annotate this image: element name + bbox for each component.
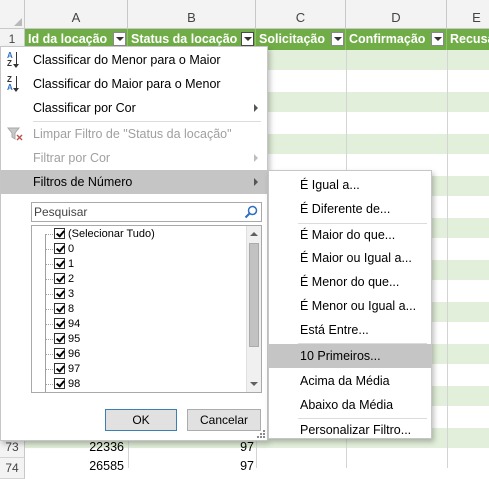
cell-b74[interactable]: 97 [128, 456, 254, 477]
list-item-label: 94 [68, 318, 81, 330]
column-header-d[interactable]: D [346, 0, 447, 29]
column-header-b[interactable]: B [128, 0, 256, 29]
list-item-label: 97 [68, 363, 81, 375]
scroll-down-icon[interactable] [250, 382, 258, 386]
cell-a74[interactable]: 26585 [25, 456, 124, 477]
search-icon[interactable] [244, 205, 258, 219]
list-item-label: 8 [68, 303, 75, 315]
list-item-label: 2 [68, 273, 75, 285]
menu-item-sort-descending[interactable]: ZA Classificar do Maior para o Menor [1, 72, 267, 96]
checkbox-checked-icon[interactable] [54, 243, 65, 254]
dropdown-arrow-icon[interactable] [113, 32, 126, 46]
checkbox-checked-icon[interactable] [54, 378, 65, 389]
header-cell-recusa[interactable]: Recusa [447, 29, 489, 50]
clear-filter-icon [7, 127, 23, 141]
checkbox-checked-icon[interactable] [54, 333, 65, 344]
dropdown-arrow-icon[interactable] [241, 32, 254, 46]
chevron-right-icon [254, 178, 258, 186]
search-field[interactable] [31, 202, 262, 222]
menu-item-number-filters[interactable]: Filtros de Número [1, 170, 267, 194]
submenu-item-between[interactable]: Está Entre... [269, 318, 431, 342]
sort-desc-icon: ZA [6, 75, 24, 93]
select-all-corner[interactable] [0, 0, 25, 29]
menu-item-label: Filtrar por Cor [33, 151, 111, 165]
checkbox-checked-icon[interactable] [54, 273, 65, 284]
menu-item-sort-by-color[interactable]: Classificar por Cor [1, 96, 267, 120]
list-item-label: 95 [68, 333, 81, 345]
ok-button[interactable]: OK [105, 409, 177, 431]
checkbox-checked-icon[interactable] [54, 303, 65, 314]
menu-item-sort-ascending[interactable]: AZ Classificar do Menor para o Maior [1, 48, 267, 72]
submenu-item-top-10[interactable]: 10 Primeiros... [269, 344, 431, 368]
chevron-right-icon [254, 154, 258, 162]
menu-item-label: Classificar do Menor para o Maior [33, 53, 221, 67]
submenu-item-greater-or-equal[interactable]: É Maior ou Igual a... [269, 246, 431, 270]
resize-grip-icon[interactable] [257, 430, 265, 438]
submenu-item-above-average[interactable]: Acima da Média [269, 369, 431, 393]
list-item-label: 98 [68, 378, 81, 390]
chevron-right-icon [254, 104, 258, 112]
list-item-label: 3 [68, 288, 75, 300]
menu-item-label: Filtros de Número [33, 175, 133, 189]
submenu-item-custom-filter[interactable]: Personalizar Filtro... [269, 418, 431, 442]
cancel-button[interactable]: Cancelar [187, 409, 261, 431]
list-item-label: 96 [68, 348, 81, 360]
list-item-label: 1 [68, 258, 75, 270]
column-header-a[interactable]: A [25, 0, 128, 29]
number-filters-submenu: É Igual a... É Diferente de... É Maior d… [268, 170, 432, 439]
menu-item-label: Limpar Filtro de "Status da locação" [33, 127, 232, 141]
menu-item-filter-by-color[interactable]: Filtrar por Cor [1, 146, 267, 170]
checkbox-checked-icon[interactable] [54, 318, 65, 329]
checkbox-checked-icon[interactable] [54, 363, 65, 374]
submenu-item-below-average[interactable]: Abaixo da Média [269, 393, 431, 417]
menu-item-label: Classificar do Maior para o Menor [33, 77, 221, 91]
submenu-item-equals[interactable]: É Igual a... [269, 173, 431, 197]
submenu-item-not-equal[interactable]: É Diferente de... [269, 197, 431, 221]
list-scrollbar[interactable] [246, 226, 261, 392]
values-list: (Selecionar Tudo) 0 1 2 3 8 94 95 96 97 … [31, 225, 262, 393]
row-header-74[interactable]: 74 [0, 458, 25, 479]
menu-item-label: Classificar por Cor [33, 101, 136, 115]
column-header-c[interactable]: C [256, 0, 346, 29]
list-item-label: (Selecionar Tudo) [68, 228, 155, 240]
scroll-up-icon[interactable] [250, 232, 258, 236]
sort-asc-icon: AZ [6, 51, 24, 69]
checkbox-checked-icon[interactable] [54, 288, 65, 299]
list-item-label: 0 [68, 243, 75, 255]
checkbox-checked-icon[interactable] [54, 348, 65, 359]
column-header-e[interactable]: E [447, 0, 489, 29]
submenu-item-greater-than[interactable]: É Maior do que... [269, 223, 431, 247]
autofilter-dropdown: AZ Classificar do Menor para o Maior ZA … [0, 46, 268, 441]
dropdown-arrow-icon[interactable] [331, 32, 344, 46]
submenu-item-less-or-equal[interactable]: É Menor ou Igual a... [269, 294, 431, 318]
menu-item-clear-filter[interactable]: Limpar Filtro de "Status da locação" [1, 122, 267, 146]
checkbox-checked-icon[interactable] [54, 258, 65, 269]
submenu-item-less-than[interactable]: É Menor do que... [269, 270, 431, 294]
search-input[interactable] [34, 204, 239, 220]
checkbox-checked-icon[interactable] [54, 228, 65, 239]
dropdown-arrow-icon[interactable] [431, 32, 444, 46]
scrollbar-thumb[interactable] [249, 243, 259, 347]
gridline [447, 50, 448, 468]
